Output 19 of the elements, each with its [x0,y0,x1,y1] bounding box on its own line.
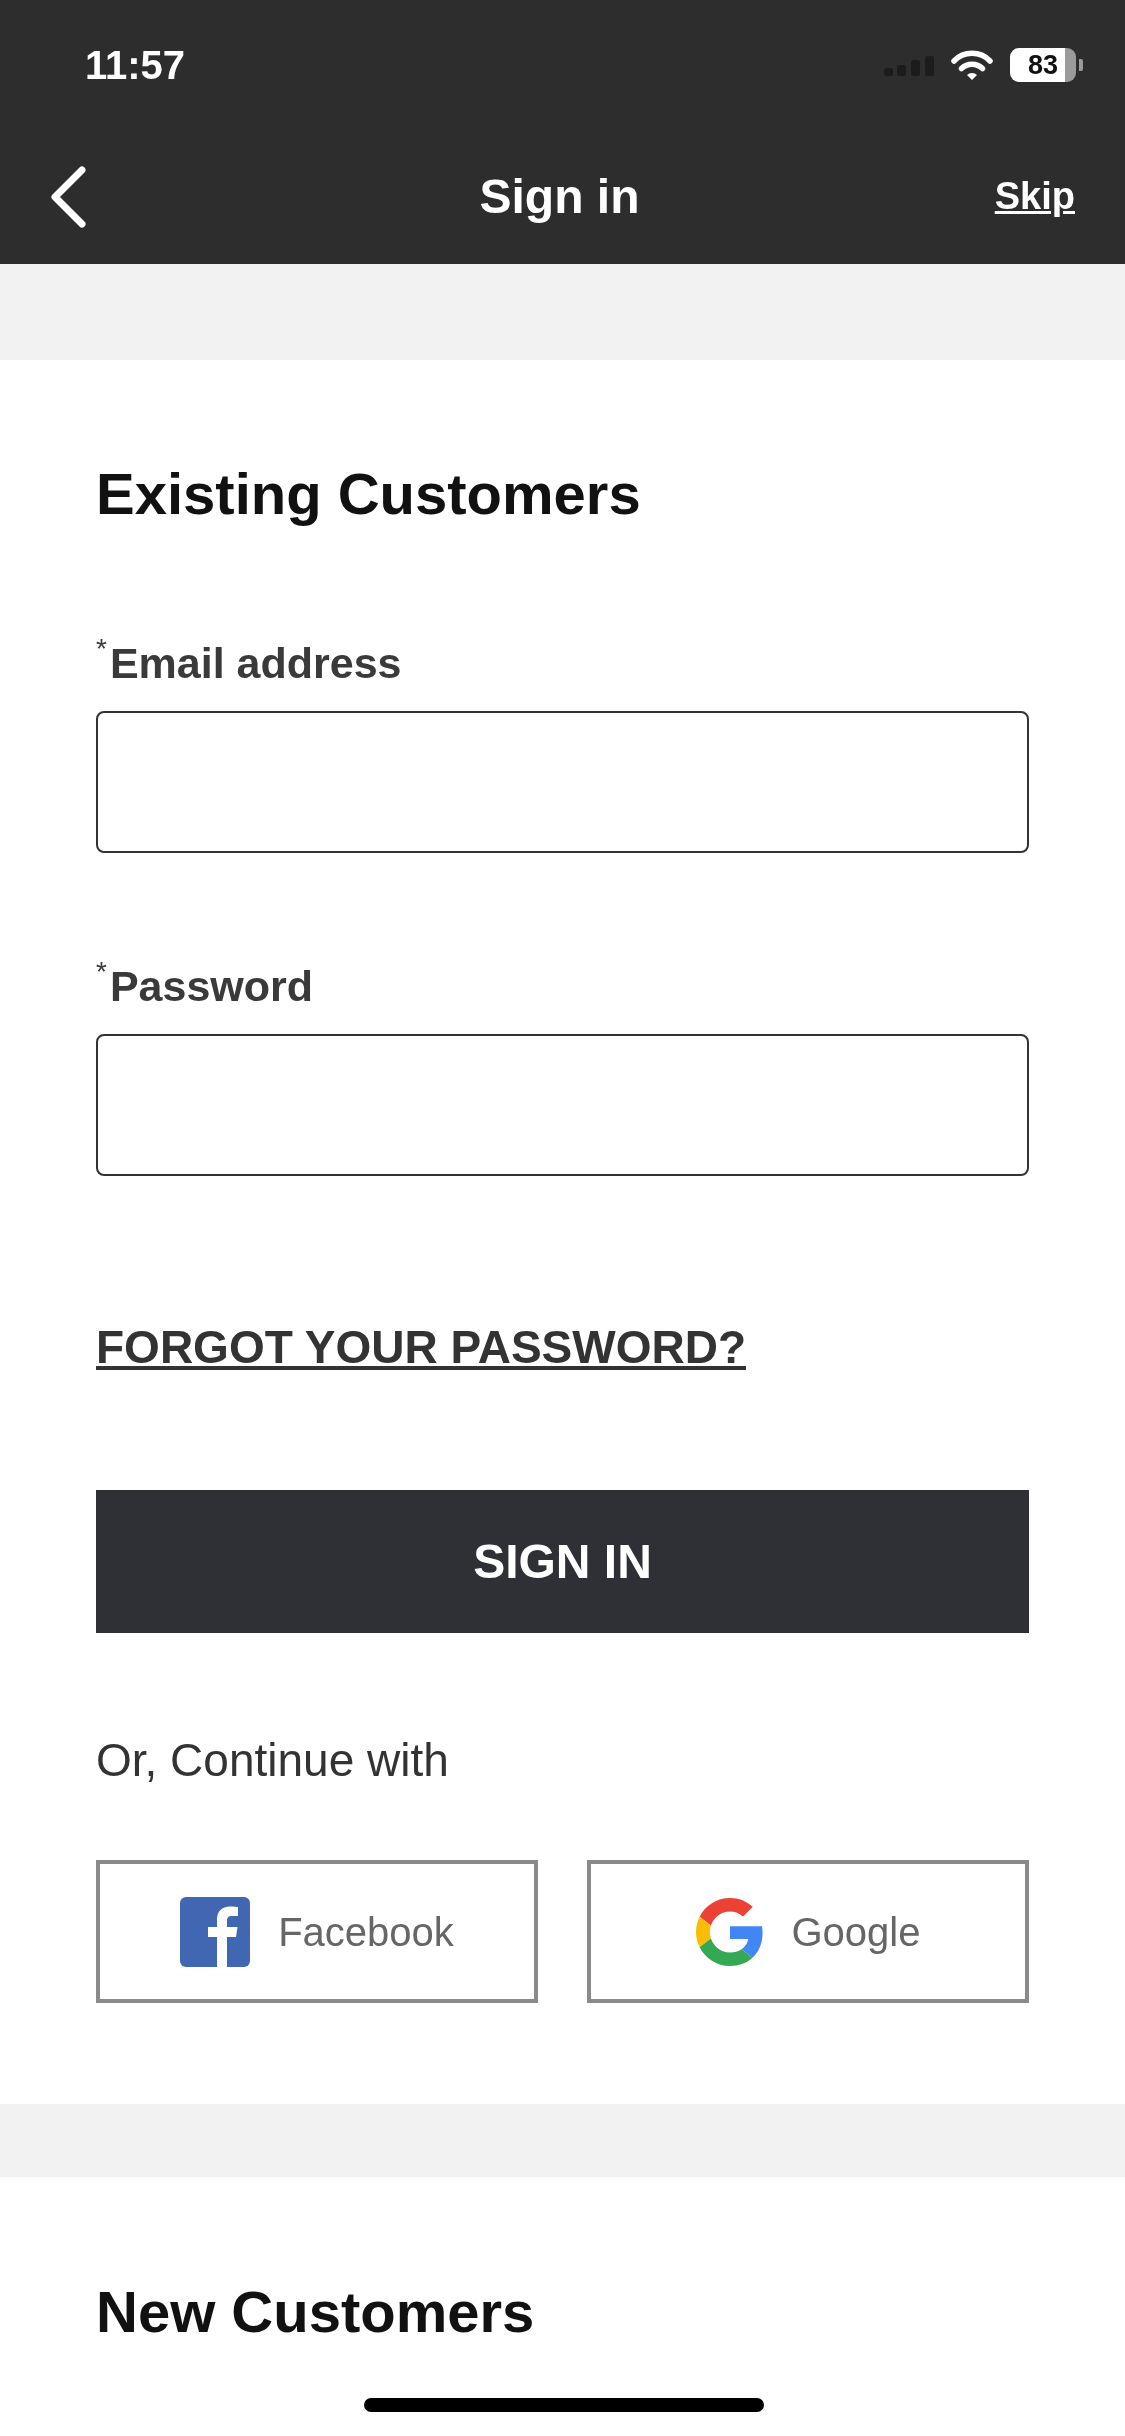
google-logo-icon [695,1897,764,1966]
social-login-button[interactable]: Facebook [96,1860,538,2003]
page-title: Sign in [479,169,640,225]
status-time: 11:57 [85,45,186,85]
sign-in-button[interactable]: SIGN IN [96,1490,1029,1633]
skip-link[interactable]: Skip [994,173,1075,221]
input-field[interactable] [96,1034,1029,1176]
section-heading: Existing Customers [96,460,642,528]
social-login-button[interactable]: Google [587,1860,1029,2003]
continue-with-text: Or, Continue with [96,1733,450,1788]
chevron-left-icon [48,165,88,229]
wifi-icon [950,49,994,81]
battery-indicator: 83 [1010,48,1083,82]
forgot-password-link[interactable]: FORGOT YOUR PASSWORD? [96,1319,746,1375]
facebook-logo-icon [180,1896,251,1967]
section-heading: New Customers [96,2278,536,2346]
field-label: $^{*}$Password [96,959,315,1012]
input-field[interactable] [96,711,1029,853]
field-label: $^{*}$Email address [96,636,403,689]
